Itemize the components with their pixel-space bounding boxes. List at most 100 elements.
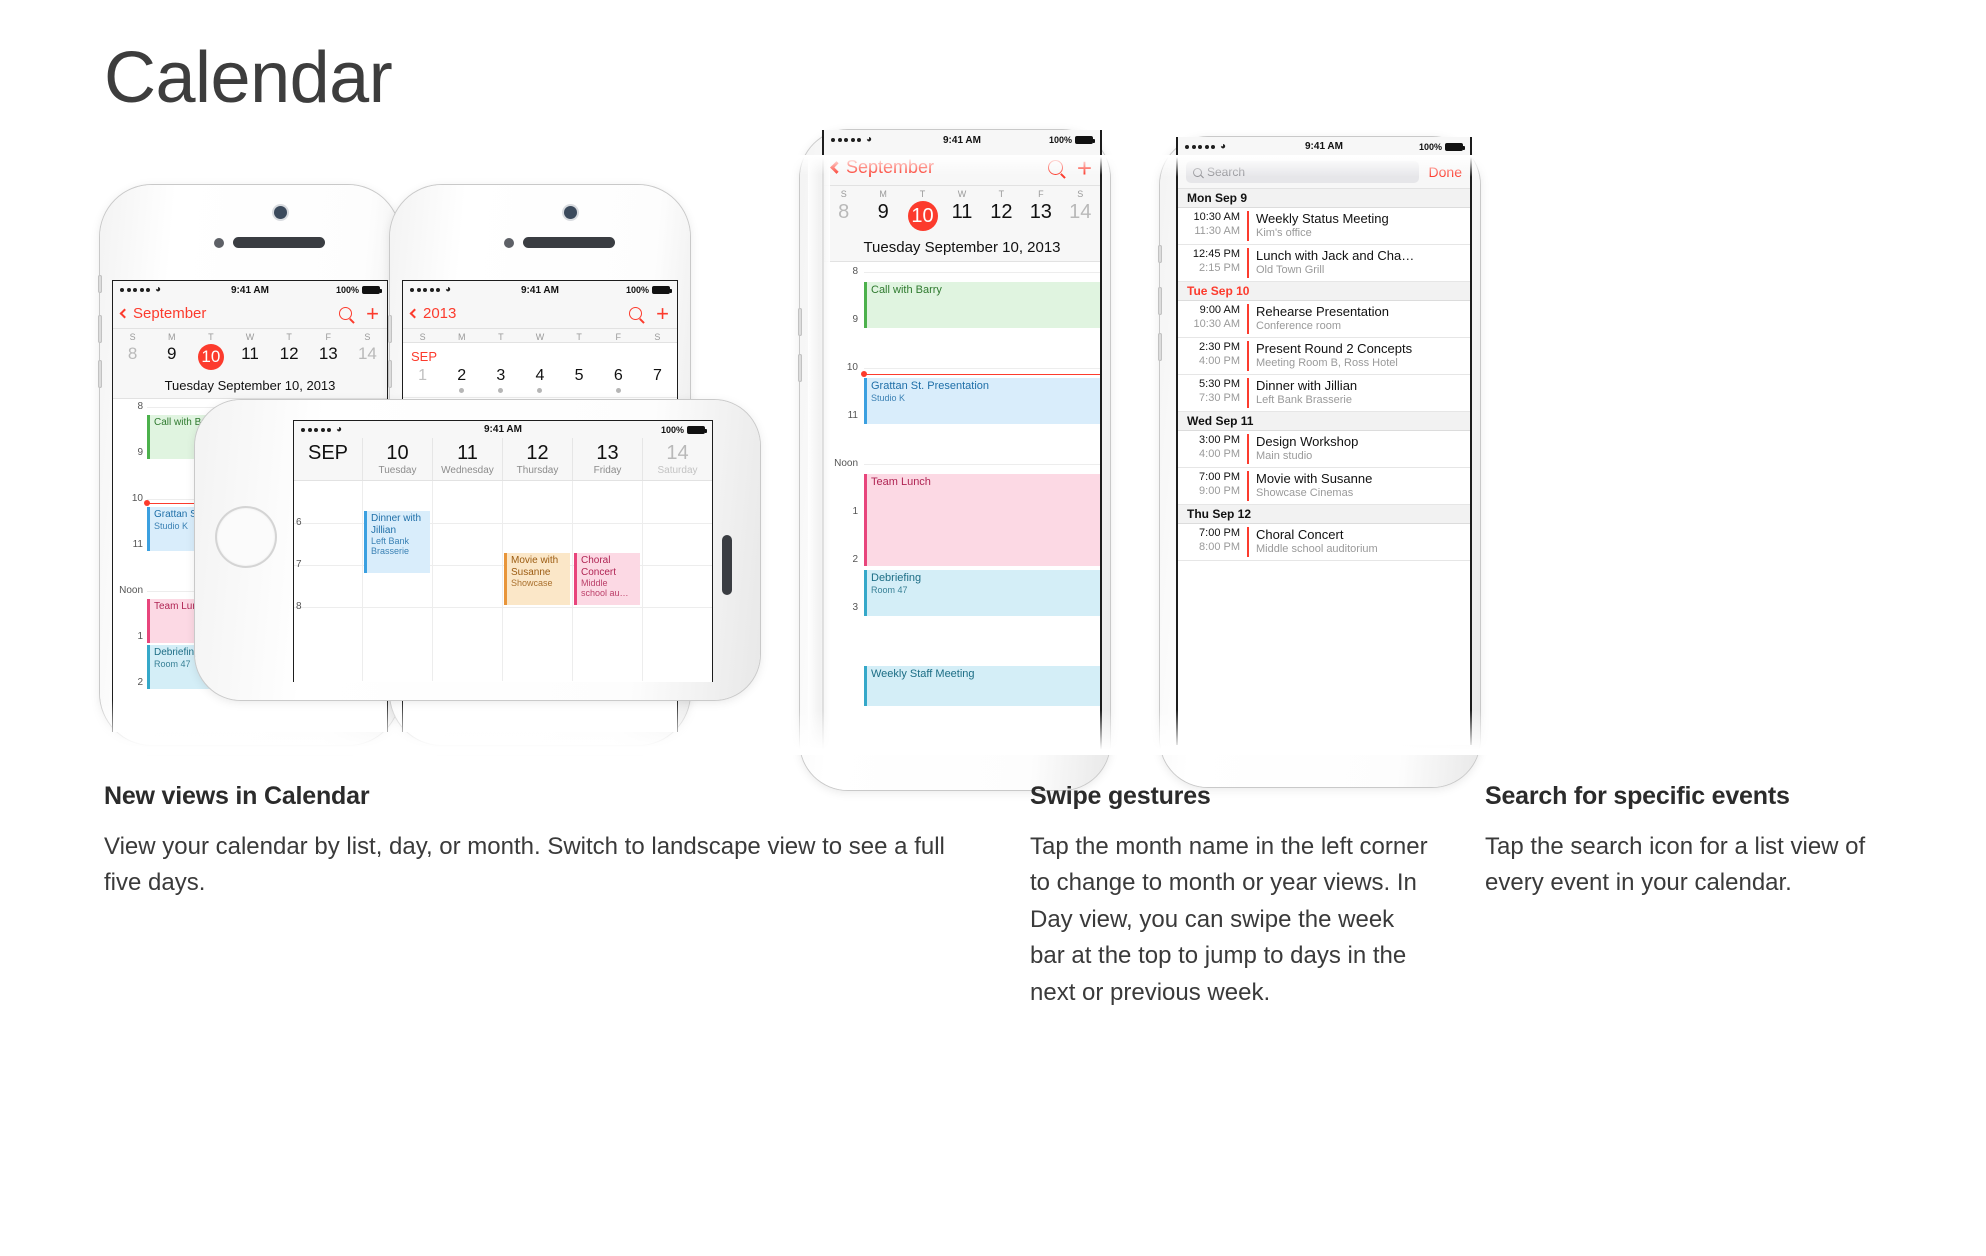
search-input[interactable]: Search <box>1186 161 1419 183</box>
event-dot-icon <box>459 388 465 393</box>
landscape-day-col[interactable]: 10 Tuesday <box>362 438 432 480</box>
done-button[interactable]: Done <box>1429 164 1462 180</box>
landscape-grid[interactable]: 6 7 8 Dinner with Jillian Left Bank Bras… <box>294 481 712 681</box>
search-icon[interactable] <box>1047 160 1063 175</box>
wifi-icon: ◕ <box>445 284 452 295</box>
day-name: Saturday <box>657 465 698 476</box>
status-bar: ◕ 9:41 AM 100% <box>403 281 677 299</box>
event-block[interactable]: Choral Concert Middle school au… <box>574 553 640 605</box>
list-item[interactable]: 9:00 AM 10:30 AM Rehearse Presentation C… <box>1178 301 1470 338</box>
volume-down-button[interactable] <box>98 360 102 388</box>
front-sensor-icon <box>504 238 514 248</box>
battery-icon <box>362 286 382 294</box>
week-day[interactable]: 14 <box>1061 199 1100 228</box>
volume-down-button[interactable] <box>798 354 802 382</box>
day-grid[interactable]: 8 9 10 11 Noon 1 2 3 Call with Barry Gra… <box>824 266 1100 706</box>
event-block[interactable]: Dinner with Jillian Left Bank Brasserie <box>364 511 430 573</box>
event-title: Dinner with Jillian <box>371 513 422 536</box>
plus-icon[interactable]: + <box>1077 155 1092 181</box>
volume-down-button[interactable] <box>388 360 392 388</box>
list-item[interactable]: 2:30 PM 4:00 PM Present Round 2 Concepts… <box>1178 338 1470 375</box>
plus-icon[interactable]: + <box>366 302 379 325</box>
event-start-time: 2:30 PM <box>1199 341 1240 353</box>
hour-label: 9 <box>137 447 143 458</box>
ring-switch-button[interactable] <box>98 275 102 293</box>
volume-down-button[interactable] <box>1158 333 1162 361</box>
battery-percent: 100% <box>1418 141 1442 152</box>
landscape-day-col[interactable]: 12 Thursday <box>502 438 572 480</box>
hero-screenshots: ◕ 9:41 AM 100% September + S M T W T F S… <box>0 130 1986 790</box>
dow-label: T <box>208 332 214 342</box>
event-block[interactable]: Call with Barry <box>864 282 1100 328</box>
week-day-today[interactable]: 10 <box>191 342 230 374</box>
month-day[interactable]: 2 <box>442 367 481 385</box>
swipe-view-screen: ◕ 9:41 AM 100% September + S M T W T F S… <box>822 130 1102 750</box>
event-title: Dinner with Jillian <box>1256 378 1358 393</box>
list-item[interactable]: 12:45 PM 2:15 PM Lunch with Jack and Cha… <box>1178 245 1470 282</box>
back-to-september-button[interactable]: September <box>119 305 206 322</box>
battery-status: 100% <box>661 425 707 435</box>
landscape-day-col[interactable]: 11 Wednesday <box>432 438 502 480</box>
event-end-time: 11:30 AM <box>1194 224 1240 237</box>
week-strip[interactable]: S M T W T F S 8 9 10 11 12 13 14 Tuesday… <box>824 186 1100 262</box>
week-day[interactable]: 9 <box>152 342 191 368</box>
dow-label: T <box>286 332 292 342</box>
month-day[interactable]: 3 <box>481 367 520 385</box>
event-start-time: 9:00 AM <box>1199 304 1240 316</box>
battery-icon <box>1075 136 1095 144</box>
list-item[interactable]: 10:30 AM 11:30 AM Weekly Status Meeting … <box>1178 208 1470 245</box>
caption-heading: Search for specific events <box>1485 782 1790 810</box>
volume-up-button[interactable] <box>98 315 102 343</box>
month-day[interactable]: 7 <box>638 367 677 385</box>
battery-icon <box>652 286 672 294</box>
current-time-line <box>864 374 1100 375</box>
week-day[interactable]: 12 <box>270 342 309 368</box>
event-dot-icon <box>537 388 543 393</box>
dow-label: F <box>615 332 622 342</box>
volume-up-button[interactable] <box>1158 287 1162 315</box>
search-results-list[interactable]: Mon Sep 9 10:30 AM 11:30 AM Weekly Statu… <box>1178 189 1470 561</box>
event-block[interactable]: Movie with Susanne Showcase <box>504 553 570 605</box>
month-day[interactable]: 4 <box>520 367 559 385</box>
week-day-today[interactable]: 10 <box>903 199 942 235</box>
week-day[interactable]: 14 <box>348 342 387 368</box>
volume-up-button[interactable] <box>388 315 392 343</box>
back-to-september-button[interactable]: September <box>830 157 934 178</box>
event-end-time: 4:00 PM <box>1199 354 1240 367</box>
week-day[interactable]: 13 <box>309 342 348 368</box>
week-day[interactable]: 11 <box>230 342 269 368</box>
event-subtitle: Left Bank Brasserie <box>371 536 410 557</box>
event-end-time: 9:00 PM <box>1199 484 1240 497</box>
list-item[interactable]: 7:00 PM 9:00 PM Movie with Susanne Showc… <box>1178 468 1470 505</box>
month-day[interactable]: 6 <box>599 367 638 385</box>
week-day[interactable]: 13 <box>1021 199 1060 228</box>
list-item[interactable]: 5:30 PM 7:30 PM Dinner with Jillian Left… <box>1178 375 1470 412</box>
search-icon[interactable] <box>629 307 643 320</box>
volume-up-button[interactable] <box>798 308 802 336</box>
list-item[interactable]: 7:00 PM 8:00 PM Choral Concert Middle sc… <box>1178 524 1470 561</box>
wifi-icon: ◕ <box>866 134 873 145</box>
event-subtitle: Middle school au… <box>581 578 629 599</box>
month-day[interactable]: 1 <box>403 367 442 385</box>
week-day[interactable]: 8 <box>113 342 152 368</box>
event-block[interactable]: Team Lunch <box>864 474 1100 566</box>
week-day[interactable]: 12 <box>982 199 1021 228</box>
front-camera-icon <box>564 206 577 219</box>
home-button[interactable] <box>217 508 275 566</box>
month-day[interactable]: 5 <box>560 367 599 385</box>
event-block[interactable]: Weekly Staff Meeting <box>864 666 1100 706</box>
event-block[interactable]: Debriefing Room 47 <box>864 570 1100 616</box>
search-bar: Search Done <box>1178 156 1470 189</box>
landscape-day-col[interactable]: 13 Friday <box>572 438 642 480</box>
event-block[interactable]: Grattan St. Presentation Studio K <box>864 378 1100 424</box>
plus-icon[interactable]: + <box>656 302 669 325</box>
week-day[interactable]: 9 <box>863 199 902 228</box>
week-strip[interactable]: S M T W T F S 8 9 10 11 12 13 14 Tuesday… <box>113 329 387 399</box>
week-day[interactable]: 11 <box>942 199 981 228</box>
list-item[interactable]: 3:00 PM 4:00 PM Design Workshop Main stu… <box>1178 431 1470 468</box>
back-to-2013-button[interactable]: 2013 <box>409 305 456 322</box>
search-icon[interactable] <box>339 307 353 320</box>
ring-switch-button[interactable] <box>1158 245 1162 263</box>
chevron-left-icon <box>119 308 130 319</box>
landscape-day-col[interactable]: 14 Saturday <box>642 438 712 480</box>
